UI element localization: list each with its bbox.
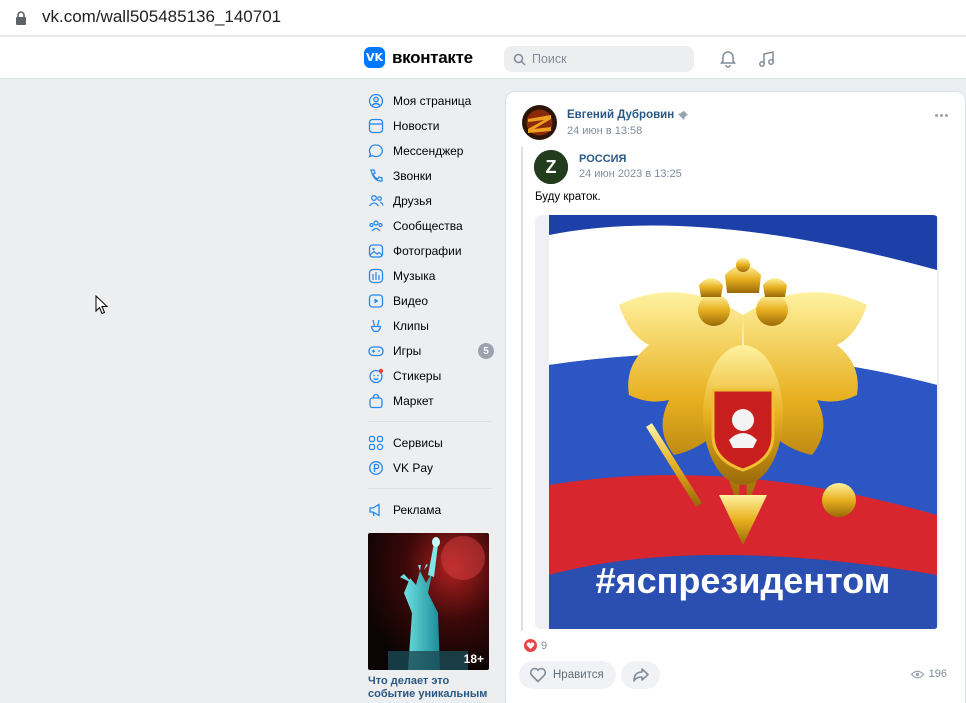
photo-icon (368, 243, 384, 258)
nav-item-video[interactable]: Видео (364, 288, 494, 313)
pin-icon (678, 110, 689, 119)
nav-item-label: Сообщества (393, 218, 463, 233)
post-time[interactable]: 24 июн в 13:58 (567, 125, 642, 137)
nav-item-label: Клипы (393, 318, 429, 333)
left-nav: Моя страница Новости Мессенджер Звонки Д… (364, 88, 494, 522)
ad-caption[interactable]: Что делает это событие уникальным (368, 675, 489, 701)
nav-item-label: Маркет (393, 393, 434, 408)
phone-icon (370, 168, 383, 182)
nav-item-calls[interactable]: Звонки (364, 163, 494, 188)
friends-icon (368, 194, 384, 206)
eye-icon (910, 670, 924, 678)
repost-time[interactable]: 24 июн 2023 в 13:25 (579, 168, 682, 180)
stickers-icon (369, 368, 384, 383)
music-note-icon[interactable] (757, 49, 777, 69)
video-icon (368, 293, 384, 308)
nav-item-label: Стикеры (393, 368, 442, 383)
nav-item-news[interactable]: Новости (364, 113, 494, 138)
nav-item-friends[interactable]: Друзья (364, 188, 494, 213)
nav-item-games[interactable]: Игры 5 (364, 338, 494, 363)
ads-icon (369, 502, 380, 517)
bell-icon[interactable] (718, 49, 738, 69)
nav-item-label: Друзья (393, 193, 432, 208)
nav-item-label: Музыка (393, 268, 436, 283)
likes-count: 9 (541, 639, 548, 652)
ad-image[interactable]: 18+ (368, 533, 489, 670)
heart-icon (529, 667, 547, 683)
nav-item-stickers[interactable]: Стикеры (364, 363, 494, 388)
mouse-cursor-icon (95, 295, 109, 315)
author-name-text: Евгений Дубровин (567, 109, 675, 121)
nav-item-label: Игры (393, 343, 422, 358)
nav-item-my-page[interactable]: Моя страница (364, 88, 494, 113)
like-button[interactable]: Нравится (519, 661, 616, 689)
nav-item-services[interactable]: Сервисы (364, 430, 494, 455)
vk-header: VK вконтакте Поиск (0, 37, 966, 79)
repost-avatar[interactable]: Z (534, 150, 568, 184)
services-icon (368, 435, 384, 450)
share-icon (632, 668, 649, 682)
repost-block: Z РОССИЯ 24 июн 2023 в 13:25 Буду краток… (521, 147, 955, 631)
post-text: Буду краток. (535, 191, 601, 203)
repost-author[interactable]: РОССИЯ (579, 153, 626, 165)
search-input[interactable]: Поиск (504, 46, 694, 72)
market-icon (369, 393, 383, 408)
nav-item-label: Моя страница (393, 93, 472, 108)
nav-divider (368, 488, 492, 489)
nav-item-label: Сервисы (393, 435, 443, 450)
sidebar-ad[interactable]: 18+ Что делает это событие уникальным (368, 533, 489, 701)
nav-item-label: Звонки (393, 168, 432, 183)
music-icon (368, 268, 384, 283)
likes-summary[interactable]: 9 (524, 639, 547, 652)
nav-item-messenger[interactable]: Мессенджер (364, 138, 494, 163)
nav-item-communities[interactable]: Сообщества (364, 213, 494, 238)
nav-item-clips[interactable]: Клипы (364, 313, 494, 338)
nav-item-vkpay[interactable]: VK Pay (364, 455, 494, 480)
vkpay-icon (369, 460, 383, 475)
like-button-label: Нравится (553, 669, 604, 681)
post-image[interactable]: #яспрезидентом (535, 215, 939, 629)
nav-item-label: Видео (393, 293, 429, 308)
nav-divider (368, 421, 492, 422)
nav-item-music[interactable]: Музыка (364, 263, 494, 288)
share-button[interactable] (621, 661, 660, 689)
image-hashtag: #яспрезидентом (596, 560, 891, 601)
search-icon (513, 53, 526, 66)
author-name[interactable]: Евгений Дубровин (567, 109, 689, 121)
browser-address-bar[interactable]: vk.com/wall505485136_140701 (0, 0, 966, 36)
vk-logo-icon: VK (364, 47, 385, 68)
lock-icon (16, 11, 26, 25)
nav-item-market[interactable]: Маркет (364, 388, 494, 413)
nav-item-ads[interactable]: Реклама (364, 497, 494, 522)
nav-item-label: Реклама (393, 502, 442, 517)
clips-icon (370, 319, 382, 332)
communities-icon (369, 219, 383, 231)
author-avatar[interactable] (522, 105, 557, 140)
post-card: Евгений Дубровин 24 июн в 13:58 Z РОССИЯ… (505, 91, 966, 703)
views-count: 196 (928, 668, 947, 680)
nav-item-label: Мессенджер (393, 143, 464, 158)
vk-logo[interactable]: VK вконтакте (364, 47, 473, 68)
nav-item-photos[interactable]: Фотографии (364, 238, 494, 263)
games-count-badge: 5 (478, 343, 494, 359)
search-placeholder: Поиск (532, 52, 567, 66)
nav-item-label: Новости (393, 118, 440, 133)
vk-logo-text: вконтакте (392, 47, 473, 67)
nav-item-label: VK Pay (393, 460, 434, 475)
svg-text:Z: Z (546, 157, 557, 177)
message-icon (368, 143, 383, 158)
nav-item-label: Фотографии (393, 243, 462, 258)
red-heart-icon (524, 639, 537, 652)
user-circle-icon (368, 93, 384, 108)
more-options-icon[interactable] (935, 114, 949, 118)
url-text[interactable]: vk.com/wall505485136_140701 (42, 7, 281, 27)
views-counter: 196 (910, 668, 947, 680)
ad-age-label: 18+ (463, 652, 484, 666)
newsfeed-icon (368, 118, 384, 133)
games-icon (368, 345, 384, 356)
